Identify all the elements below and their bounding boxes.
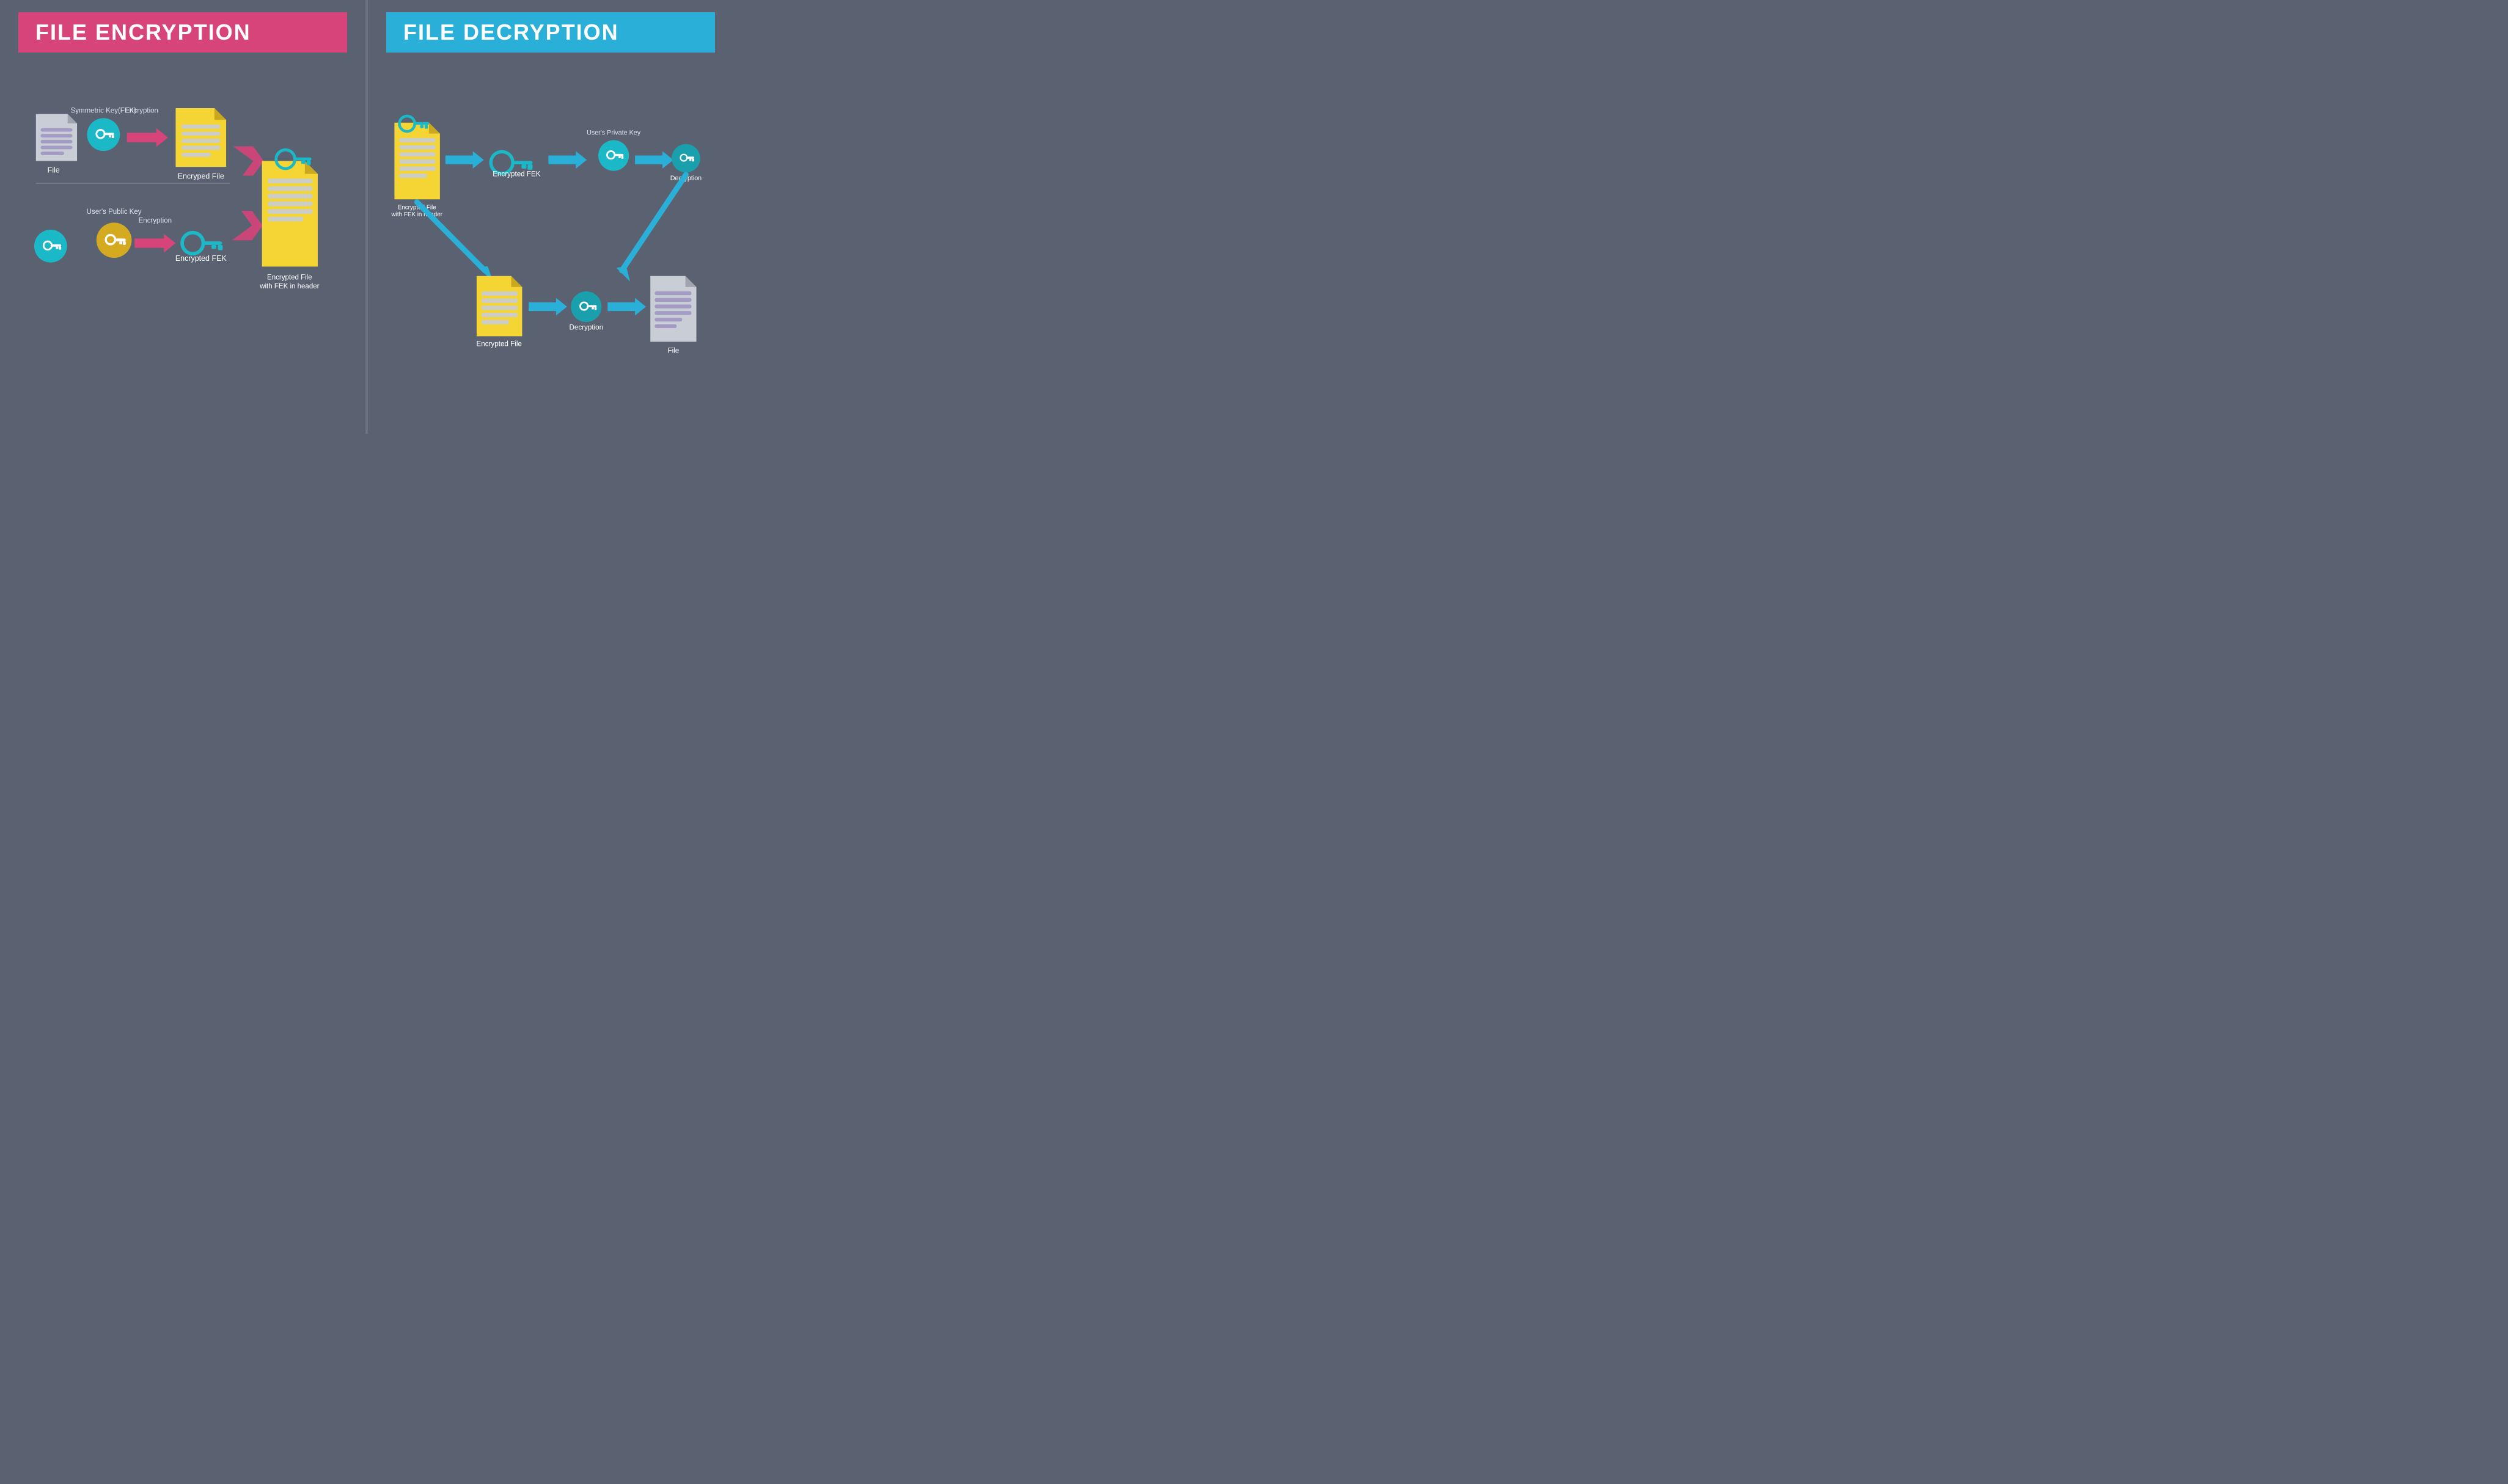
right-panel: FILE DECRYPTION Encrypted Fi	[368, 0, 733, 434]
arrow-dec-3	[635, 151, 673, 169]
pub-key-label: User's Public Key	[87, 208, 142, 216]
arrow-dec-1	[446, 151, 484, 169]
pub-key-circle	[97, 222, 132, 258]
main-container: FILE ENCRYPTION File Symmetric Key(FEK)	[0, 0, 733, 434]
decryption-title: FILE DECRYPTION	[403, 20, 698, 45]
dec-bottom-enc-file: Encrypted File	[477, 276, 522, 348]
encrypted-file-header-label2: with FEK in header	[259, 283, 319, 290]
decryption-bottom-label: Decryption	[569, 324, 603, 332]
encrypted-file-header-label: Encrypted File	[267, 274, 312, 282]
arrow-diag-top	[233, 146, 264, 175]
decryption-title-banner: FILE DECRYPTION	[386, 12, 715, 53]
dec-output-file: File	[650, 276, 696, 355]
dec-circle-bottom	[571, 291, 601, 322]
decryption-diagram: Encrypted File with FEK in header Encryp…	[386, 71, 715, 415]
dec-bottom-enc-file-label: Encrypted File	[477, 340, 522, 348]
encryption-title: FILE ENCRYPTION	[35, 20, 330, 45]
encryption-top-label: Encryption	[125, 108, 158, 115]
encryption-bottom-label: Encryption	[139, 217, 172, 224]
left-panel: FILE ENCRYPTION File Symmetric Key(FEK)	[0, 0, 367, 434]
priv-key-label: User's Private Key	[587, 129, 641, 136]
diag-arrow-right-head	[617, 266, 630, 282]
file-doc-gray: File	[36, 114, 77, 175]
diag-arrow-left	[417, 202, 485, 271]
encryption-diagram: File Symmetric Key(FEK) Encryption	[18, 71, 347, 415]
encryption-title-banner: FILE ENCRYPTION	[18, 12, 347, 53]
diag-arrow-right	[622, 175, 686, 271]
arrow-dec-2	[548, 151, 587, 169]
arrow-dec-bottom	[529, 298, 567, 316]
arrow-encryption-bottom	[134, 234, 175, 253]
sym-key-circle	[87, 118, 120, 151]
dec-circle-top	[672, 144, 700, 173]
merged-encrypted-file	[262, 150, 318, 266]
dec-enc-fek-label: Encrypted FEK	[493, 170, 541, 178]
encrypted-fek-label: Encrypted FEK	[175, 254, 227, 263]
encryped-file-label: Encryped File	[178, 172, 224, 180]
arrow-encryption-top	[127, 128, 168, 147]
dec-output-file-label: File	[667, 346, 679, 354]
user-key-circle	[34, 230, 67, 263]
arrow-diag-bottom	[232, 211, 263, 240]
encrypted-file-top: Encryped File	[175, 108, 226, 180]
priv-key-circle	[598, 140, 629, 170]
encrypted-fek-icon	[182, 233, 222, 254]
arrow-dec-to-file	[607, 298, 646, 316]
file-label: File	[48, 166, 60, 175]
